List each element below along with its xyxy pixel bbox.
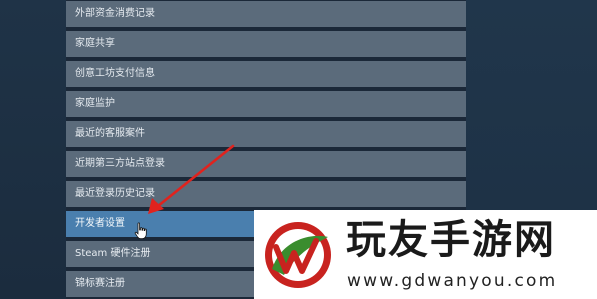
left-backdrop [0, 0, 66, 299]
menu-item-login-history[interactable]: 最近登录历史记录 [66, 181, 466, 207]
watermark-banner: 玩友手游网 www.gdwanyou.com [254, 210, 597, 299]
menu-item-family-sharing[interactable]: 家庭共享 [66, 31, 466, 57]
menu-item-recent-support-cases[interactable]: 最近的客服案件 [66, 121, 466, 147]
watermark-url: www.gdwanyou.com [347, 271, 558, 291]
watermark-title: 玩友手游网 [346, 216, 556, 263]
menu-item-workshop-payment-info[interactable]: 创意工坊支付信息 [66, 61, 466, 87]
menu-item-third-party-logins[interactable]: 近期第三方站点登录 [66, 151, 466, 177]
hand-cursor-icon [134, 222, 147, 239]
menu-item-family-view[interactable]: 家庭监护 [66, 91, 466, 117]
menu-item-external-funds-history[interactable]: 外部资金消费记录 [66, 1, 466, 27]
site-logo-icon [265, 222, 331, 288]
